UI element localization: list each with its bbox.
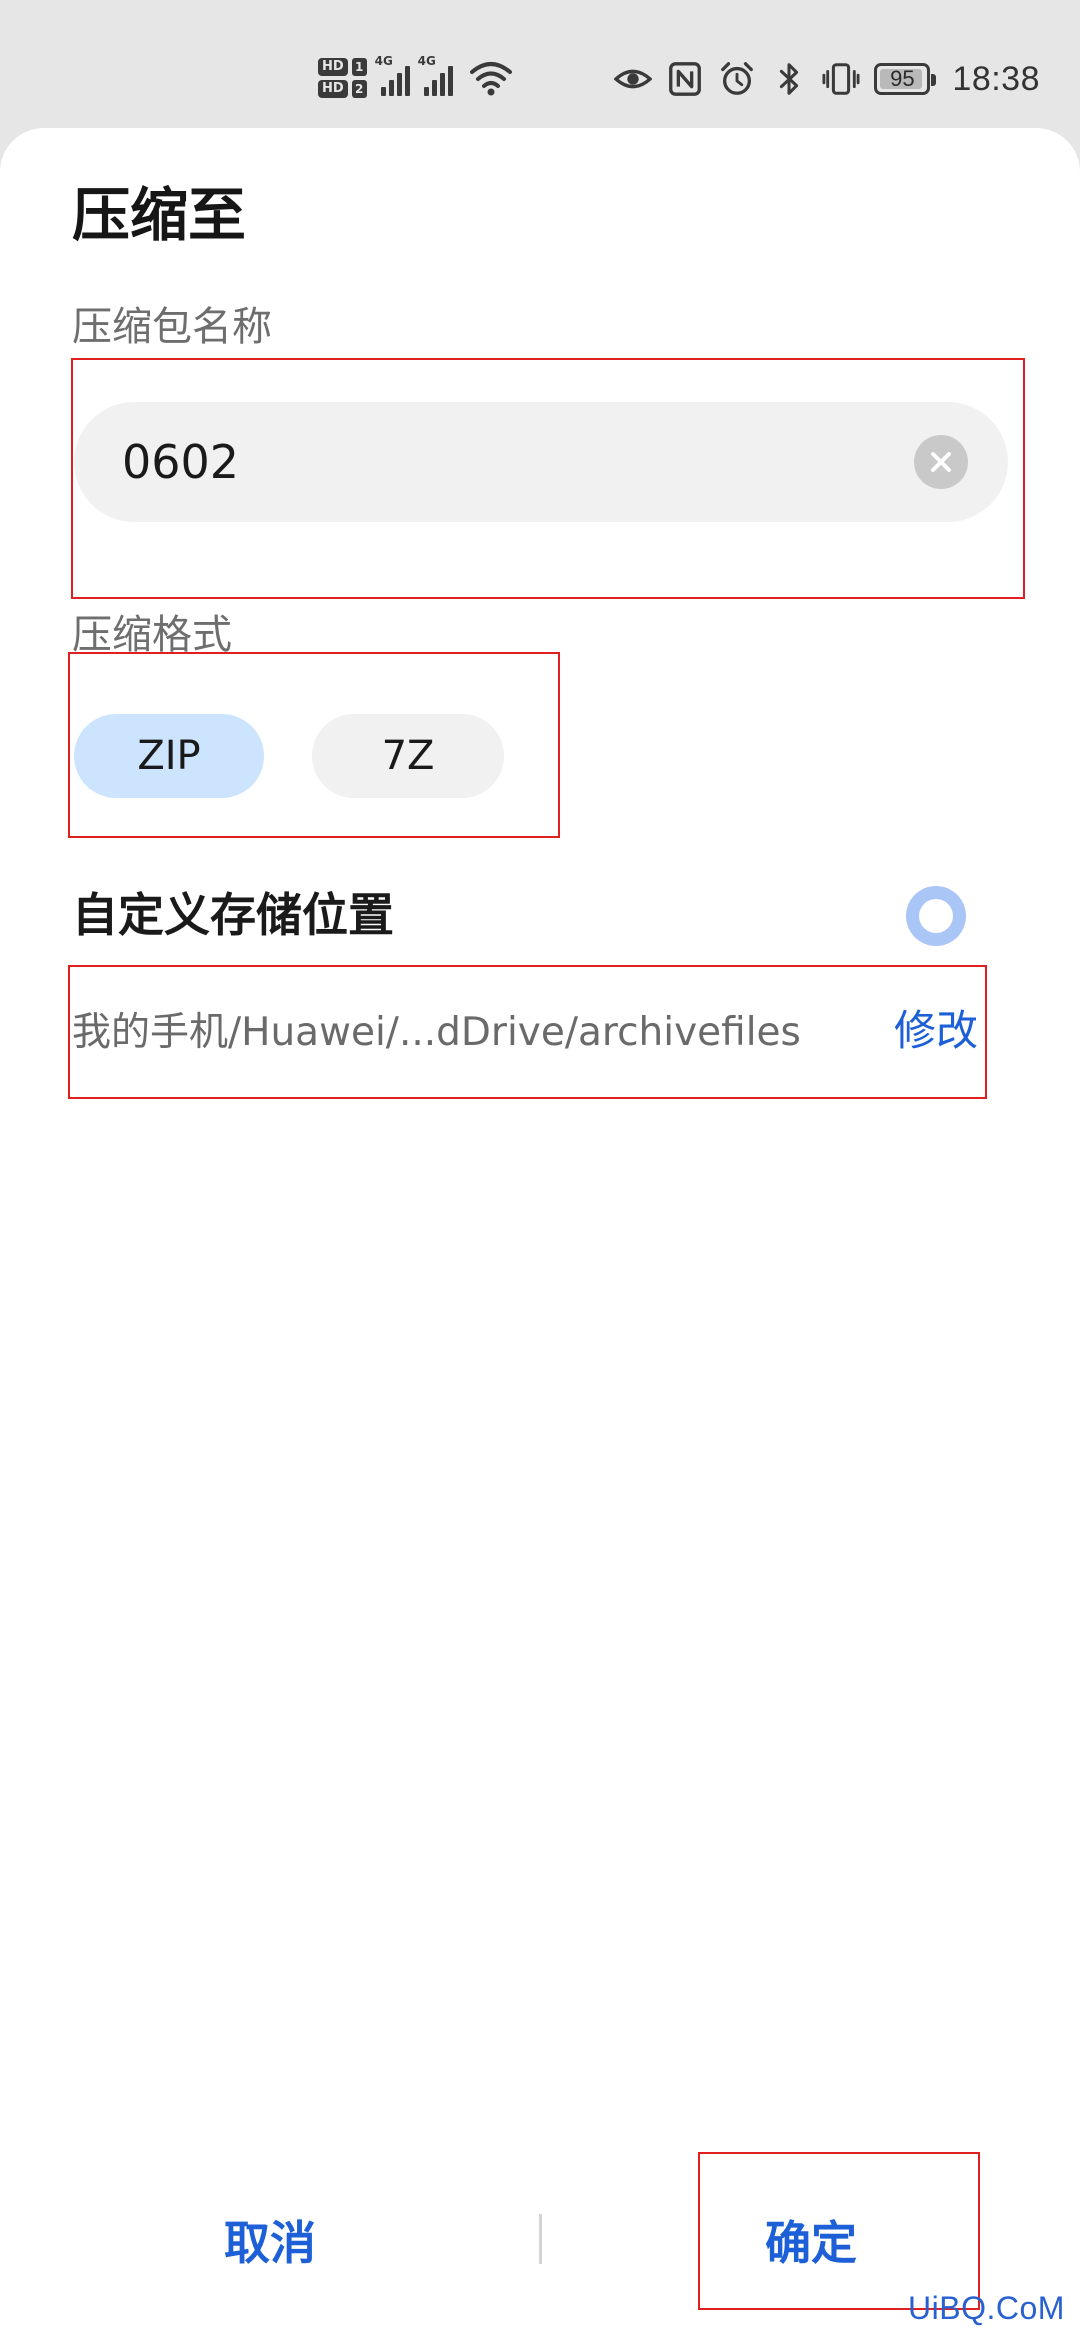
format-chip-zip[interactable]: ZIP: [74, 714, 264, 798]
storage-path: 我的手机/Huawei/...dDrive/archivefiles: [72, 1010, 801, 1055]
custom-location-toggle[interactable]: [906, 886, 966, 946]
eye-icon: [614, 69, 653, 89]
hd-voice-badge-1: HD: [318, 58, 348, 76]
button-divider: [539, 2214, 542, 2264]
battery-icon: 95: [874, 63, 937, 95]
custom-location-title: 自定义存储位置: [72, 888, 394, 942]
dialog-title: 压缩至: [72, 181, 247, 249]
cancel-button[interactable]: 取消: [190, 2200, 350, 2280]
alarm-icon: [721, 62, 754, 95]
toggle-knob: [919, 899, 953, 933]
close-icon: [931, 452, 951, 472]
wifi-icon: [469, 62, 512, 96]
network-type-1: 4G: [374, 54, 393, 68]
clear-input-button[interactable]: [914, 435, 968, 489]
status-clock: 18:38: [952, 59, 1040, 98]
battery-percent: 95: [890, 66, 915, 91]
format-label: 压缩格式: [72, 612, 232, 658]
network-type-2: 4G: [417, 54, 436, 68]
signal-2-icon: 4G: [418, 54, 453, 96]
vibrate-icon: [822, 63, 860, 95]
status-left-group: HD 1 HD 2 4G 4G: [318, 48, 513, 108]
format-chip-7z[interactable]: 7Z: [312, 714, 504, 798]
archive-name-input[interactable]: [120, 434, 884, 490]
modify-path-button[interactable]: 修改: [894, 1002, 978, 1060]
archive-name-field[interactable]: [74, 402, 1008, 522]
confirm-button[interactable]: 确定: [731, 2200, 891, 2280]
hd-voice-indicators: HD 1 HD 2: [318, 58, 367, 98]
status-right-group: 95 18:38: [614, 52, 1040, 106]
signal-1-icon: 4G: [375, 54, 410, 96]
hd-voice-badge-2: HD: [318, 80, 348, 98]
status-bar: HD 1 HD 2 4G 4G 95 18:38: [0, 0, 1080, 130]
sim-2-badge: 2: [351, 80, 367, 98]
nfc-icon: [669, 62, 702, 96]
sim-1-badge: 1: [351, 58, 367, 76]
watermark-text: UiBQ.CoM: [908, 2290, 1065, 2326]
archive-name-label: 压缩包名称: [72, 304, 272, 350]
bluetooth-icon: [780, 63, 799, 95]
